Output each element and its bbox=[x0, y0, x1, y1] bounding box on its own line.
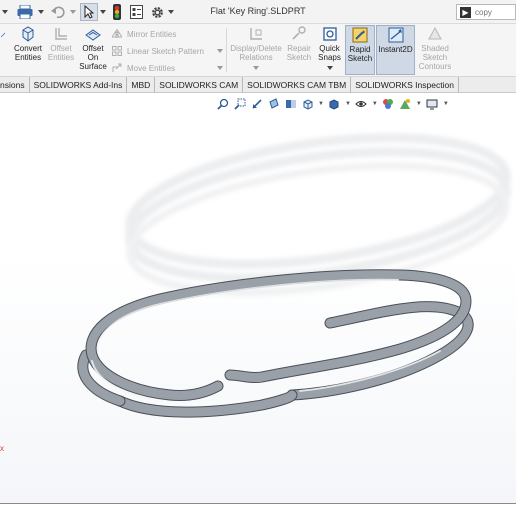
convert-entities-label-2: Entities bbox=[14, 53, 42, 62]
command-manager-tabs: nsions SOLIDWORKS Add-Ins MBD SOLIDWORKS… bbox=[0, 77, 516, 93]
offset-entities-button[interactable]: Offset Entities bbox=[46, 26, 76, 62]
tab-solidworks-add-ins[interactable]: SOLIDWORKS Add-Ins bbox=[30, 77, 128, 93]
window-title: Flat 'Key Ring'.SLDPRT bbox=[210, 6, 306, 16]
select-button[interactable] bbox=[80, 3, 98, 21]
quick-snaps-button[interactable]: Quick Snaps bbox=[316, 26, 343, 62]
origin-marker: x bbox=[0, 444, 4, 453]
separator bbox=[226, 28, 227, 72]
repair-sketch-label-2: Sketch bbox=[286, 53, 312, 62]
convert-entities-button[interactable]: Convert Entities bbox=[12, 26, 44, 62]
mirror-entities-button[interactable]: Mirror Entities bbox=[112, 27, 176, 41]
tab-dimensions[interactable]: nsions bbox=[0, 77, 30, 93]
tab-solidworks-cam-tbm[interactable]: SOLIDWORKS CAM TBM bbox=[243, 77, 352, 93]
move-entities-button[interactable]: Move Entities bbox=[112, 61, 175, 75]
tab-mbd[interactable]: MBD bbox=[127, 77, 156, 93]
offset-on-surface-label-3: Surface bbox=[79, 62, 107, 71]
move-entities-label: Move Entities bbox=[127, 63, 176, 73]
relations-dropdown-icon[interactable] bbox=[253, 61, 259, 75]
options-button[interactable] bbox=[149, 3, 165, 21]
mirror-entities-icon bbox=[112, 29, 122, 39]
offset-on-surface-icon bbox=[85, 29, 101, 41]
offset-on-surface-button[interactable]: Offset On Surface bbox=[78, 26, 108, 71]
sketch-entity-partial-button[interactable] bbox=[0, 26, 10, 44]
search-input[interactable] bbox=[475, 7, 515, 17]
tab-solidworks-inspection[interactable]: SOLIDWORKS Inspection bbox=[351, 77, 459, 93]
offset-entities-icon bbox=[55, 28, 67, 40]
select-cursor-icon bbox=[84, 5, 94, 19]
tab-solidworks-cam[interactable]: SOLIDWORKS CAM bbox=[155, 77, 244, 93]
options-dropdown-icon[interactable] bbox=[167, 3, 175, 21]
rapid-sketch-label-1: Rapid bbox=[349, 45, 371, 54]
repair-sketch-icon bbox=[292, 26, 306, 40]
shaded-sketch-contours-label-1: Shaded bbox=[421, 44, 449, 53]
graphics-area[interactable]: ▼ ▼ ▼ ▼ ▼ x bbox=[0, 93, 516, 503]
undo-button[interactable] bbox=[50, 3, 66, 21]
print-button[interactable] bbox=[14, 3, 36, 21]
display-delete-relations-icon bbox=[250, 28, 262, 40]
instant2d-icon bbox=[388, 27, 403, 43]
file-properties-icon bbox=[129, 5, 143, 19]
status-area bbox=[0, 503, 516, 516]
key-ring-model[interactable] bbox=[0, 93, 516, 503]
offset-entities-label-1: Offset bbox=[50, 44, 72, 53]
quick-snaps-dropdown-icon[interactable] bbox=[327, 61, 333, 75]
file-properties-button[interactable] bbox=[128, 3, 144, 21]
offset-on-surface-label-1: Offset bbox=[82, 44, 104, 53]
shaded-sketch-contours-icon bbox=[428, 26, 442, 40]
display-delete-relations-button[interactable]: Display/Delete Relations bbox=[229, 26, 283, 62]
linear-sketch-pattern-icon bbox=[112, 46, 122, 56]
search-arrow-icon[interactable]: ▶ bbox=[460, 6, 471, 18]
rapid-sketch-label-2: Sketch bbox=[347, 54, 373, 63]
repair-sketch-button[interactable]: Repair Sketch bbox=[285, 26, 313, 62]
linear-sketch-pattern-button[interactable]: Linear Sketch Pattern bbox=[112, 44, 204, 58]
quick-snaps-icon bbox=[322, 27, 337, 41]
instant2d-button[interactable]: Instant2D bbox=[376, 25, 415, 75]
offset-on-surface-label-2: On bbox=[87, 53, 99, 62]
command-manager: Convert Entities Offset Entities Offset … bbox=[0, 24, 516, 77]
select-dropdown-icon[interactable] bbox=[99, 3, 107, 21]
options-gear-icon bbox=[151, 6, 163, 18]
shaded-sketch-contours-label-2: Sketch bbox=[422, 53, 448, 62]
display-delete-relations-label-1: Display/Delete bbox=[230, 44, 282, 53]
repair-sketch-label-1: Repair bbox=[287, 44, 311, 53]
convert-entities-icon bbox=[22, 26, 34, 42]
rebuild-traffic-light-icon bbox=[113, 4, 121, 20]
title-bar: Flat 'Key Ring'.SLDPRT ▶ bbox=[0, 0, 516, 24]
rapid-sketch-icon bbox=[352, 27, 368, 43]
pattern-dropdown-icon[interactable] bbox=[217, 44, 223, 58]
move-entities-icon bbox=[112, 63, 122, 72]
rebuild-button[interactable] bbox=[110, 3, 124, 21]
undo-dropdown-icon[interactable] bbox=[69, 3, 77, 21]
undo-icon bbox=[51, 6, 65, 18]
dropdown-arrow-icon[interactable] bbox=[0, 3, 10, 21]
print-dropdown-icon[interactable] bbox=[37, 3, 45, 21]
quick-snaps-label-1: Quick bbox=[319, 44, 340, 53]
rapid-sketch-button[interactable]: Rapid Sketch bbox=[345, 25, 375, 75]
sketch-fillet-icon bbox=[1, 32, 6, 38]
move-dropdown-icon[interactable] bbox=[217, 61, 223, 75]
search-commands-box[interactable]: ▶ bbox=[456, 4, 516, 20]
shaded-sketch-contours-button[interactable]: Shaded Sketch Contours bbox=[417, 26, 453, 71]
shaded-sketch-contours-label-3: Contours bbox=[418, 62, 452, 71]
instant2d-label-1: Instant2D bbox=[378, 45, 413, 54]
print-icon bbox=[17, 5, 33, 19]
mirror-entities-label: Mirror Entities bbox=[127, 29, 177, 39]
offset-entities-label-2: Entities bbox=[47, 53, 75, 62]
convert-entities-label-1: Convert bbox=[13, 44, 42, 53]
linear-sketch-pattern-label: Linear Sketch Pattern bbox=[127, 46, 204, 56]
